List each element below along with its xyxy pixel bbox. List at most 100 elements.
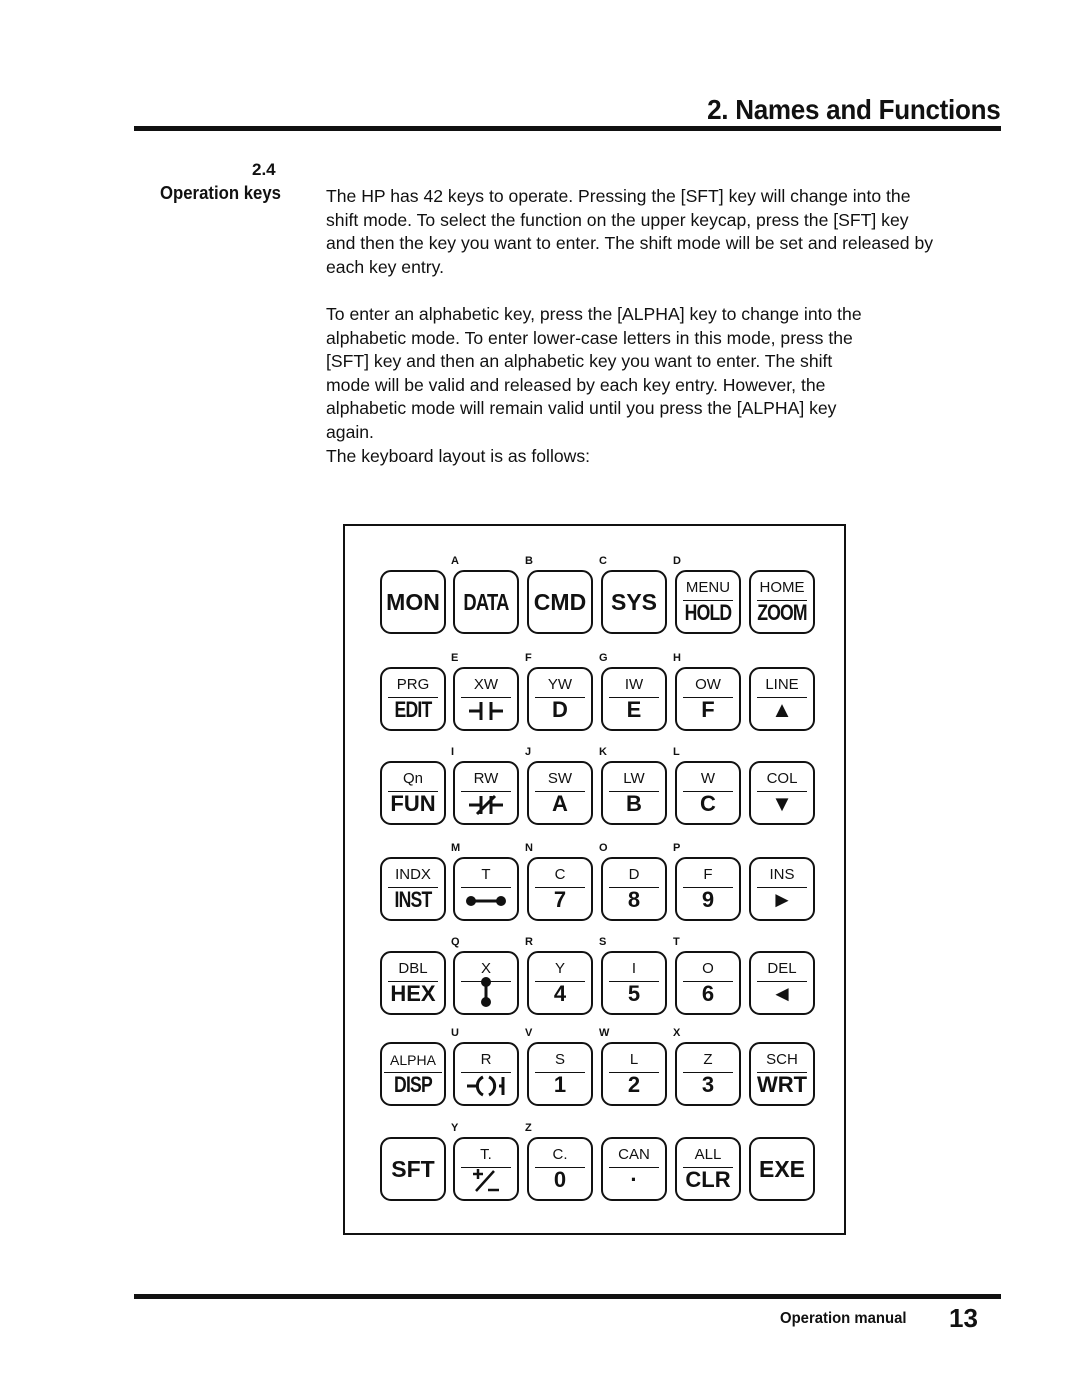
- key-lower-label: ZOOM: [757, 600, 807, 625]
- page-number: 13: [949, 1303, 978, 1333]
- key-lower-label: ·: [630, 1167, 638, 1192]
- alpha-letter-label: U: [451, 1027, 459, 1039]
- horizontal-connection-icon: [464, 887, 508, 912]
- alpha-letter-label: L: [673, 746, 680, 758]
- key-e[interactable]: IW E: [601, 667, 667, 731]
- key-lower-label: 0: [553, 1167, 567, 1192]
- alpha-letter-label: W: [599, 1027, 610, 1039]
- key-lower-label: 2: [627, 1072, 641, 1097]
- key-upper-label: COL: [757, 769, 807, 792]
- key-lower-label: C: [700, 791, 716, 816]
- alpha-letter-label: Q: [451, 936, 460, 948]
- key-fun[interactable]: Qn FUN: [380, 761, 446, 825]
- key-upper-label: I: [609, 959, 659, 982]
- normally-open-contact-icon: [466, 697, 506, 722]
- key-plus-minus[interactable]: T.: [453, 1137, 519, 1201]
- key-lower-label: ►: [771, 887, 793, 912]
- key-lower-label: 1: [553, 1072, 567, 1097]
- key-0[interactable]: C. 0: [527, 1137, 593, 1201]
- alpha-letter-label: S: [599, 936, 607, 948]
- key-exe[interactable]: EXE: [749, 1137, 815, 1201]
- key-lower-label: HOLD: [684, 600, 732, 625]
- key-symbol[interactable]: CAN ·: [601, 1137, 667, 1201]
- footer-rule: [134, 1294, 1001, 1299]
- key-upper-label: INDX: [388, 865, 438, 888]
- section-number: 2.4: [252, 160, 276, 179]
- footer-label: Operation manual: [780, 1310, 907, 1327]
- key-lower-label: ◄: [771, 981, 793, 1006]
- key-upper-label: PRG: [388, 675, 438, 698]
- key-upper-label: C.: [535, 1145, 585, 1168]
- key-upper-label: R: [461, 1050, 511, 1073]
- key-wrt[interactable]: SCH WRT: [749, 1042, 815, 1106]
- alpha-letter-label: V: [525, 1027, 533, 1039]
- key-lower-label: CMD: [533, 589, 587, 615]
- key-a[interactable]: SW A: [527, 761, 593, 825]
- key-x[interactable]: X: [453, 951, 519, 1015]
- key-lower-label: A: [552, 791, 568, 816]
- key-6[interactable]: O6: [675, 951, 741, 1015]
- key-upper-label: W: [683, 769, 733, 792]
- key-hold[interactable]: MENU HOLD: [675, 570, 741, 634]
- key-xw[interactable]: XW: [453, 667, 519, 731]
- section-heading: Operation keys: [160, 183, 281, 203]
- key-upper-label: F: [683, 865, 733, 888]
- key-clr[interactable]: ALL CLR: [675, 1137, 741, 1201]
- alpha-letter-label: O: [599, 842, 608, 854]
- key-upper-label: C: [535, 865, 585, 888]
- key-9[interactable]: F9: [675, 857, 741, 921]
- vertical-connection-icon: [478, 977, 494, 1007]
- key-lower-label: 4: [553, 981, 567, 1006]
- key-zoom[interactable]: HOME ZOOM: [749, 570, 815, 634]
- key-data[interactable]: DATA: [453, 570, 519, 634]
- key-3[interactable]: Z3: [675, 1042, 741, 1106]
- key-upper-label: ALL: [683, 1145, 733, 1168]
- coil-icon: [465, 1072, 507, 1097]
- alpha-letter-label: R: [525, 936, 533, 948]
- key-d[interactable]: YW D: [527, 667, 593, 731]
- key-lower-label: 8: [627, 887, 641, 912]
- key-disp[interactable]: ALPHA DISP: [380, 1042, 446, 1106]
- key-left-arrow[interactable]: DEL ◄: [749, 951, 815, 1015]
- key-edit[interactable]: PRG EDIT: [380, 667, 446, 731]
- key-upper-label: HOME: [757, 578, 807, 601]
- key-r[interactable]: R: [453, 1042, 519, 1106]
- key-b[interactable]: LW B: [601, 761, 667, 825]
- key-mon[interactable]: MON: [380, 570, 446, 634]
- key-hex[interactable]: DBL HEX: [380, 951, 446, 1015]
- key-upper-label: DBL: [388, 959, 438, 982]
- alpha-letter-label: H: [673, 652, 681, 664]
- key-sft[interactable]: SFT: [380, 1137, 446, 1201]
- key-lower-label: HEX: [390, 981, 436, 1006]
- key-inst[interactable]: INDX INST: [380, 857, 446, 921]
- body-paragraph: The HP has 42 keys to operate. Pressing …: [326, 186, 934, 277]
- key-rw[interactable]: RW: [453, 761, 519, 825]
- key-upper-label: INS: [757, 865, 807, 888]
- key-t[interactable]: T: [453, 857, 519, 921]
- key-lower-label: 7: [553, 887, 567, 912]
- key-upper-label: OW: [683, 675, 733, 698]
- alpha-letter-label: M: [451, 842, 461, 854]
- key-lower-label: ▲: [771, 697, 793, 722]
- key-cmd[interactable]: CMD: [527, 570, 593, 634]
- key-upper-label: SW: [535, 769, 585, 792]
- key-1[interactable]: S1: [527, 1042, 593, 1106]
- key-sys[interactable]: SYS: [601, 570, 667, 634]
- key-8[interactable]: D8: [601, 857, 667, 921]
- key-4[interactable]: Y4: [527, 951, 593, 1015]
- key-right-arrow[interactable]: INS ►: [749, 857, 815, 921]
- key-down-arrow[interactable]: COL ▼: [749, 761, 815, 825]
- key-7[interactable]: C7: [527, 857, 593, 921]
- key-upper-label: YW: [535, 675, 585, 698]
- key-lower-label: 5: [627, 981, 641, 1006]
- alpha-letter-label: D: [673, 555, 681, 567]
- key-2[interactable]: L2: [601, 1042, 667, 1106]
- alpha-letter-label: Y: [451, 1122, 459, 1134]
- key-upper-label: LINE: [757, 675, 807, 698]
- key-up-arrow[interactable]: LINE ▲: [749, 667, 815, 731]
- key-5[interactable]: I5: [601, 951, 667, 1015]
- key-upper-label: ALPHA: [384, 1050, 442, 1073]
- key-c[interactable]: WC: [675, 761, 741, 825]
- alpha-letter-label: E: [451, 652, 459, 664]
- key-f[interactable]: OW F: [675, 667, 741, 731]
